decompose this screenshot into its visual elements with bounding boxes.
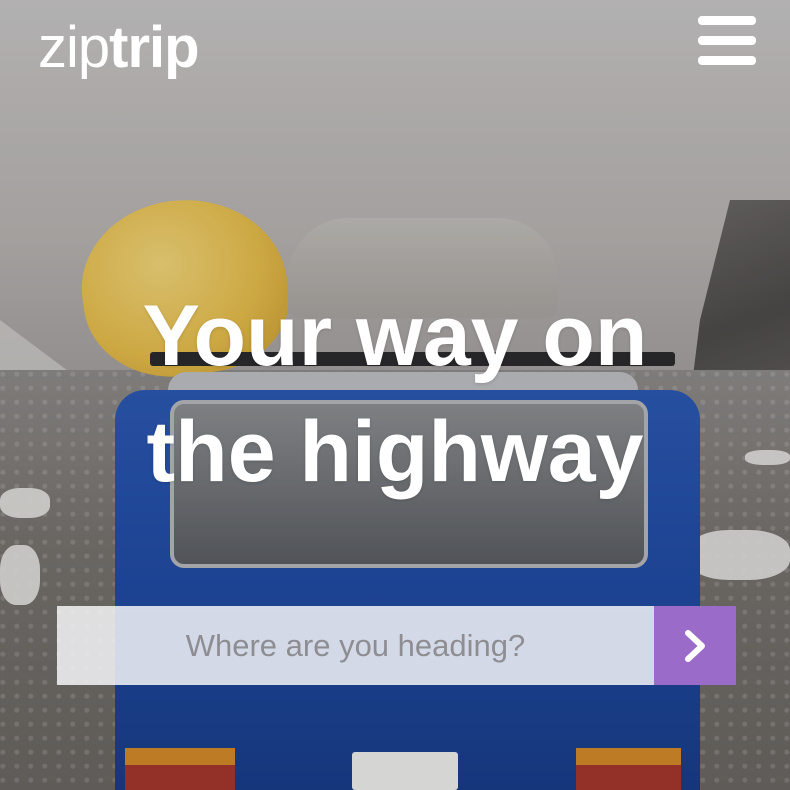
hamburger-menu-icon[interactable] (698, 16, 756, 66)
menu-bar (698, 16, 756, 25)
menu-bar (698, 56, 756, 65)
chevron-right-icon (685, 629, 705, 662)
hero-title: Your way on the highway (0, 278, 790, 510)
destination-search-input[interactable] (57, 606, 654, 685)
hero-title-line-1: Your way on (142, 288, 648, 384)
app-screen: ziptrip Your way on the highway (0, 0, 790, 790)
logo-bold-text: trip (109, 15, 199, 80)
menu-bar (698, 36, 756, 45)
hero-title-line-2: the highway (146, 404, 644, 500)
destination-search-form (57, 606, 736, 685)
search-submit-button[interactable] (654, 606, 736, 685)
ziptrip-logo[interactable]: ziptrip (38, 14, 200, 82)
top-bar: ziptrip (0, 0, 790, 90)
logo-light-text: zip (38, 15, 110, 80)
